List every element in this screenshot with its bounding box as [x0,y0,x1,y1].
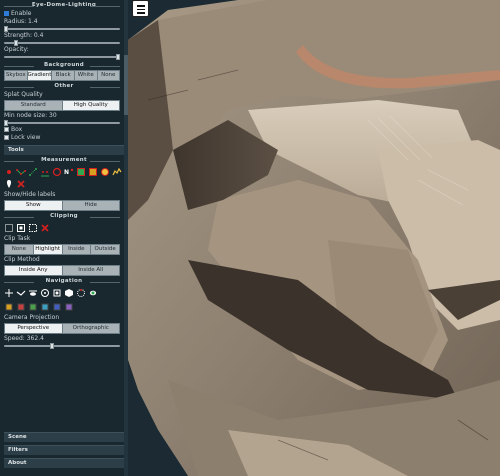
eye-dome-lighting-title: Eye-Dome-Lighting [0,2,128,9]
radius-label: Radius: 1.4 [4,18,38,25]
clip-method-label: Clip Method [4,256,40,263]
background-skybox-button[interactable]: Skybox [5,71,28,80]
bottom-view-icon[interactable] [40,302,50,312]
right-view-icon[interactable] [64,302,74,312]
camera-animation-icon[interactable] [88,288,98,298]
earth-controls-icon[interactable] [4,288,14,298]
distance-measure-icon[interactable] [16,167,26,177]
clip-none-button[interactable]: None [5,245,34,254]
angle-measure-icon[interactable] [40,167,50,177]
orbit-controls-icon[interactable] [40,288,50,298]
azimuth-icon[interactable]: N [64,167,74,177]
annotation-icon[interactable] [4,179,14,189]
splat-high-quality-button[interactable]: High Quality [62,101,119,110]
helicopter-controls-icon[interactable] [28,288,38,298]
full-extent-icon[interactable] [52,288,62,298]
opacity-label: Opacity: [4,46,29,53]
background-title: Background [0,62,128,69]
point-measure-icon[interactable] [4,167,14,177]
svg-text:N: N [64,169,69,176]
point-cloud-viewport[interactable] [128,0,500,476]
perspective-button[interactable]: Perspective [5,324,63,333]
clip-method-options: Inside Any Inside All [4,265,120,276]
enable-checkbox[interactable] [4,11,9,16]
height-measure-icon[interactable] [28,167,38,177]
speed-label: Speed: 362.4 [4,335,44,342]
background-options: Skybox Gradient Black White None [4,70,120,81]
lock-view-row[interactable]: Lock view [0,134,128,142]
left-view-icon[interactable] [4,302,14,312]
circle-measure-icon[interactable] [52,167,62,177]
clip-inside-all-button[interactable]: Inside All [62,266,119,275]
radius-slider[interactable] [4,26,120,32]
background-white-button[interactable]: White [74,71,98,80]
measurement-title: Measurement [0,157,128,164]
scene-section-header[interactable]: Scene [4,432,124,442]
splat-standard-button[interactable]: Standard [5,101,63,110]
camera-projection-label: Camera Projection [4,314,60,321]
navigation-cube-icon[interactable] [64,288,74,298]
clip-inside-button[interactable]: Inside [62,245,92,254]
lock-view-checkbox[interactable] [4,135,9,140]
clip-volume-icon[interactable] [16,223,26,233]
box-checkbox[interactable] [4,127,9,132]
box-row[interactable]: Box [0,126,128,134]
measurement-tools: N [0,165,128,191]
compass-icon[interactable] [76,288,86,298]
sphere-volume-icon[interactable] [100,167,110,177]
profile-icon[interactable] [112,167,122,177]
clip-task-label: Clip Task [4,235,31,242]
remove-clipping-icon[interactable] [40,223,50,233]
min-node-size-label: Min node size: 30 [4,112,57,119]
camera-projection-options: Perspective Orthographic [4,323,120,334]
clip-task-options: None Highlight Inside Outside [4,244,120,255]
enable-row[interactable]: Enable [0,10,128,18]
other-title: Other [0,83,128,90]
tools-section-header[interactable]: Tools [4,145,124,155]
filters-section-header[interactable]: Filters [4,445,124,455]
background-gradient-button[interactable]: Gradient [27,71,53,80]
speed-slider[interactable] [4,343,120,349]
orthographic-button[interactable]: Orthographic [62,324,119,333]
navigation-title: Navigation [0,278,128,285]
sidebar-scroll-thumb[interactable] [124,55,128,115]
splat-quality-options: Standard High Quality [4,100,120,111]
about-section-header[interactable]: About [4,458,124,468]
menu-toggle-button[interactable] [132,0,149,17]
label-visibility-options: Show Hide [4,200,120,211]
lock-view-label: Lock view [11,134,41,141]
terrain-render [128,0,500,476]
area-measure-icon[interactable] [76,167,86,177]
background-black-button[interactable]: Black [52,71,75,80]
sidebar: Eye-Dome-Lighting Enable Radius: 1.4 Str… [0,0,128,476]
fly-controls-icon[interactable] [16,288,26,298]
clipping-tools [0,221,128,235]
strength-label: Strength: 0.4 [4,32,44,39]
hide-labels-button[interactable]: Hide [62,201,119,210]
volume-measure-icon[interactable] [88,167,98,177]
box-label: Box [11,126,23,133]
top-view-icon[interactable] [28,302,38,312]
clipping-title: Clipping [0,213,128,220]
clip-polygon-icon[interactable] [4,223,14,233]
clip-inside-any-button[interactable]: Inside Any [5,266,63,275]
enable-label: Enable [11,10,32,17]
show-labels-button[interactable]: Show [5,201,63,210]
opacity-slider[interactable] [4,54,120,60]
clip-highlight-button[interactable]: Highlight [33,245,63,254]
back-view-icon[interactable] [52,302,62,312]
remove-measurements-icon[interactable] [16,179,26,189]
view-cube-tools [0,300,128,314]
splat-quality-label: Splat Quality [4,91,43,98]
clip-outside-button[interactable]: Outside [91,245,119,254]
clip-box-icon[interactable] [28,223,38,233]
navigation-tools [0,286,128,300]
min-node-size-slider[interactable] [4,120,120,126]
show-hide-labels-label: Show/Hide labels [4,191,56,198]
strength-slider[interactable] [4,40,120,46]
front-view-icon[interactable] [16,302,26,312]
background-none-button[interactable]: None [97,71,120,80]
